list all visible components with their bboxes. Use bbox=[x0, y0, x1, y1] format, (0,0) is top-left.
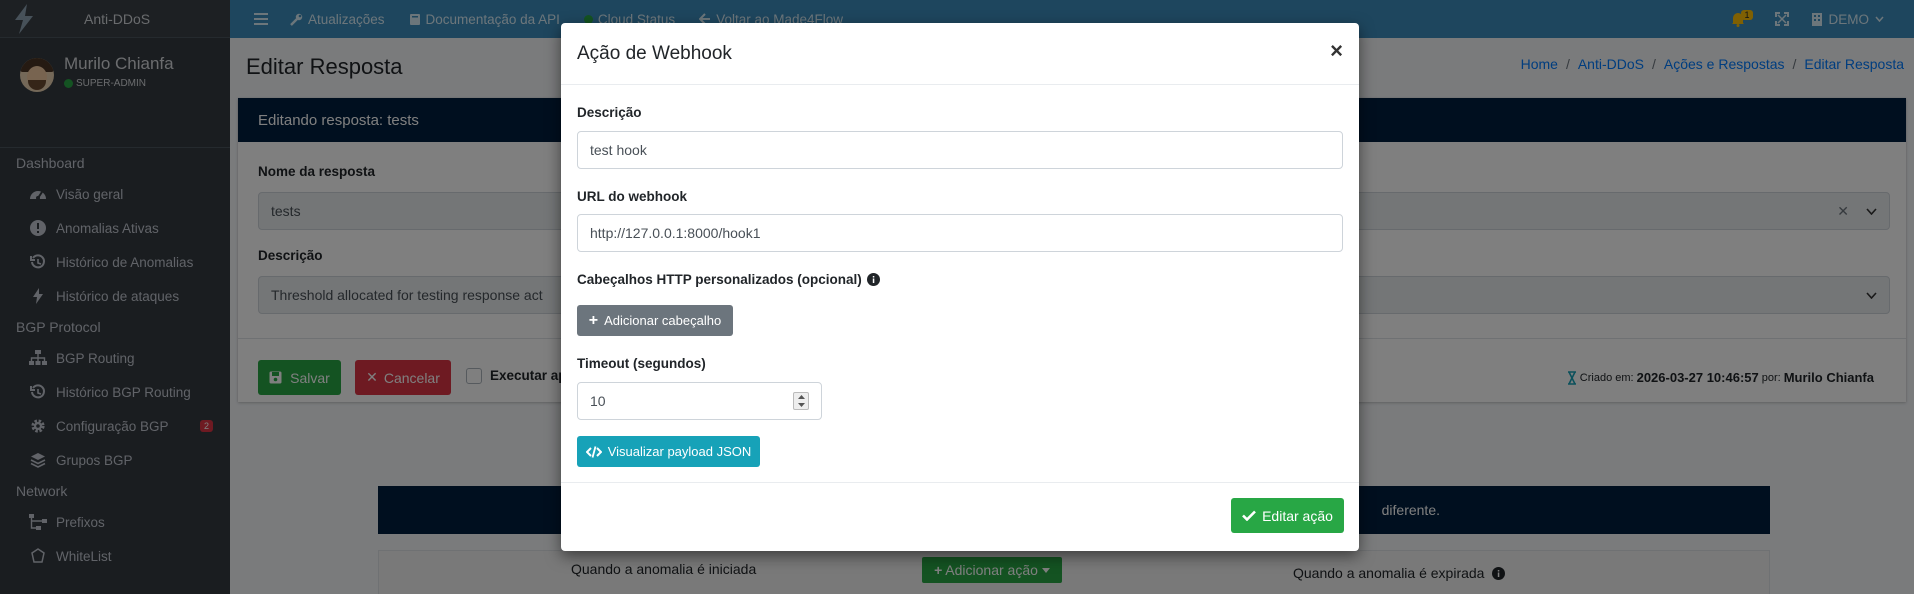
headers-label: Cabeçalhos HTTP personalizados (opcional… bbox=[577, 272, 862, 287]
close-icon[interactable]: × bbox=[1330, 40, 1343, 62]
webhook-modal: Ação de Webhook × Descrição test hook UR… bbox=[561, 23, 1359, 551]
edit-action-button[interactable]: Editar ação bbox=[1231, 498, 1344, 533]
webhook-url-input[interactable]: http://127.0.0.1:8000/hook1 bbox=[577, 214, 1343, 252]
timeout-input[interactable]: 10 bbox=[577, 382, 822, 420]
webhook-url-label: URL do webhook bbox=[577, 189, 687, 204]
headers-label-row: Cabeçalhos HTTP personalizados (opcional… bbox=[577, 272, 880, 287]
view-payload-button[interactable]: Visualizar payload JSON bbox=[577, 436, 760, 467]
modal-title: Ação de Webhook bbox=[577, 42, 732, 64]
edit-action-label: Editar ação bbox=[1262, 507, 1333, 524]
webhook-description-label: Descrição bbox=[577, 105, 642, 120]
webhook-description-input[interactable]: test hook bbox=[577, 131, 1343, 169]
plus-icon: + bbox=[588, 311, 599, 329]
code-icon bbox=[585, 445, 602, 458]
timeout-label: Timeout (segundos) bbox=[577, 356, 706, 371]
info-icon[interactable] bbox=[866, 273, 880, 286]
add-header-label: Adicionar cabeçalho bbox=[604, 313, 722, 328]
modal-footer: Editar ação bbox=[561, 482, 1359, 551]
view-payload-label: Visualizar payload JSON bbox=[607, 444, 752, 459]
modal-header: Ação de Webhook × bbox=[561, 23, 1359, 85]
webhook-description-value: test hook bbox=[590, 142, 647, 158]
timeout-stepper[interactable] bbox=[793, 392, 809, 410]
add-header-button[interactable]: + Adicionar cabeçalho bbox=[577, 305, 733, 336]
webhook-url-value: http://127.0.0.1:8000/hook1 bbox=[590, 225, 761, 241]
check-icon bbox=[1242, 510, 1256, 521]
timeout-value: 10 bbox=[590, 393, 606, 409]
